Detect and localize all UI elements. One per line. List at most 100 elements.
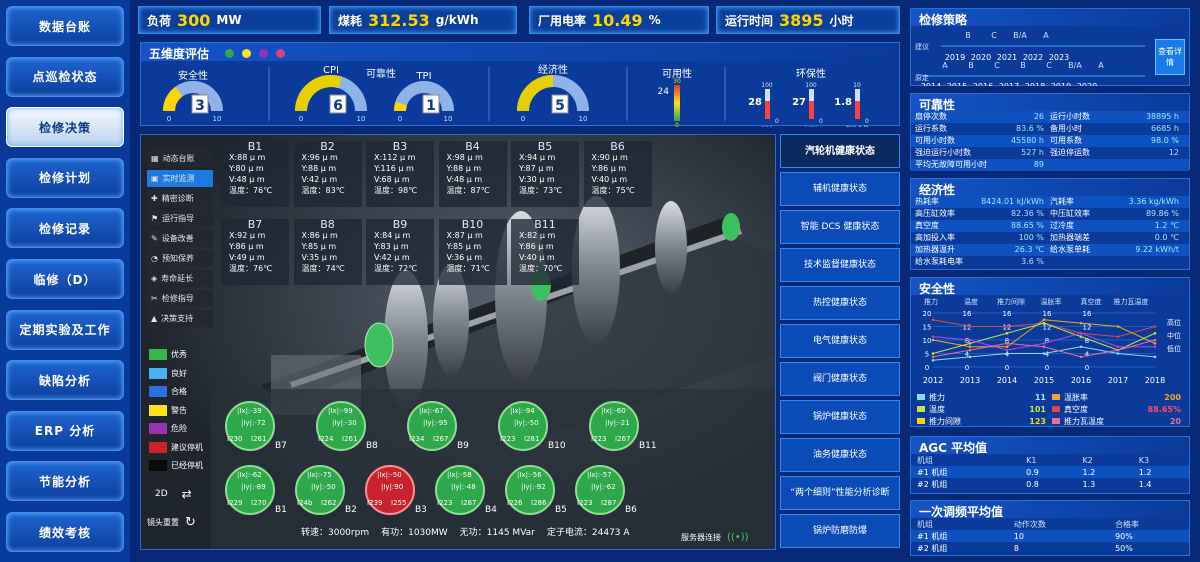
- nav-item-7[interactable]: 缺陷分析: [6, 360, 124, 401]
- view-menu-item-5[interactable]: ◔ 预知保养: [147, 250, 213, 267]
- bearing-box-B6[interactable]: B6 X:90 μ m Y:86 μ m V:40 μ m 温度：75℃: [583, 141, 652, 207]
- view-menu-item-3[interactable]: ⚑ 运行指导: [147, 210, 213, 227]
- table-header-cell: 合格率: [1115, 519, 1140, 529]
- health-nav-item-6[interactable]: 阀门健康状态: [780, 362, 900, 396]
- bearing-name: B3: [392, 140, 408, 153]
- bearing-y: Y:116 μ m: [374, 164, 414, 173]
- cell-value: 12: [1168, 148, 1179, 157]
- nav-item-6[interactable]: 定期实验及工作: [6, 309, 124, 350]
- bearing-circle-B9[interactable]: |Ix|:-67 |Iy|:-95 I234 I267: [407, 401, 457, 451]
- view-menu-item-6[interactable]: ◈ 寿命延长: [147, 270, 213, 287]
- bearing-box-B7[interactable]: B7 X:92 μ m Y:86 μ m V:49 μ m 温度：76℃: [221, 219, 289, 285]
- series-point: [968, 355, 972, 359]
- safety-legend-swatch: [917, 394, 925, 400]
- health-nav-item-5[interactable]: 电气健康状态: [780, 324, 900, 358]
- view-reset-button[interactable]: 镜头重置 ↻: [147, 515, 196, 530]
- bearing-v: V:68 μ m: [374, 175, 410, 184]
- bearing-circle-B11[interactable]: |Ix|:-60 |Iy|:-21 I223 I267: [589, 401, 639, 451]
- reactive-power-readout: 无功：1145 MVar: [459, 528, 535, 538]
- safety-column-header: 温度: [964, 297, 978, 306]
- bearing-x: X:87 μ m: [446, 231, 483, 240]
- health-nav-item-8[interactable]: 油务健康状态: [780, 438, 900, 472]
- bearing-box-B1[interactable]: B1 X:88 μ m Y:80 μ m V:48 μ m 温度：76℃: [221, 141, 289, 207]
- gauge-value: 3: [195, 98, 205, 114]
- bearing-box-B2[interactable]: B2 X:96 μ m Y:88 μ m V:42 μ m 温度：83℃: [293, 141, 362, 207]
- view-menu-item-0[interactable]: ▦ 动态台账: [147, 150, 213, 167]
- nav-item-1[interactable]: 点巡检状态: [6, 56, 124, 97]
- x-tick: 2017: [1108, 376, 1128, 385]
- bearing-box-B5[interactable]: B5 X:94 μ m Y:87 μ m V:30 μ m 温度：73℃: [511, 141, 579, 207]
- bearing-name: B8: [320, 218, 335, 231]
- env-min: 0: [775, 118, 779, 125]
- nav-item-10[interactable]: 绩效考核: [6, 512, 124, 552]
- bearing-box-B10[interactable]: B10 X:87 μ m Y:85 μ m V:36 μ m 温度：71℃: [438, 219, 507, 285]
- health-nav-item-9[interactable]: “两个细则”性能分析诊断: [780, 476, 900, 510]
- bearing-box-B3[interactable]: B3 X:112 μ m Y:116 μ m V:68 μ m 温度：98℃: [366, 141, 434, 207]
- series-point: [1153, 338, 1157, 342]
- safety-column-header: 推力间隙: [997, 297, 1025, 306]
- legend-swatch: [149, 386, 167, 397]
- view-2d-toggle[interactable]: 2D ⇄: [155, 487, 192, 501]
- env-fill: [765, 101, 770, 119]
- x-tick: 2013: [960, 376, 980, 385]
- series-point: [931, 352, 935, 355]
- env-fill: [855, 101, 860, 119]
- bearing-circle-B6[interactable]: |Ix|:-57 |Iy|:-62 I223 I287: [575, 465, 625, 515]
- circle-label: B1: [275, 505, 287, 515]
- nav-item-9[interactable]: 节能分析: [6, 461, 124, 502]
- cell-label: 加热器端差: [1050, 233, 1090, 242]
- bearing-circle-B8[interactable]: |Ix|:-99 |Iy|:-30 I224 I261: [316, 401, 366, 451]
- circle-left: I223: [500, 435, 516, 443]
- status-line: 转速：3000rpm 有功：1030MW 无功：1145 MVar 定子电流：2…: [301, 525, 630, 538]
- bearing-box-B9[interactable]: B9 X:84 μ m Y:83 μ m V:42 μ m 温度：72℃: [366, 219, 434, 285]
- health-nav-item-2[interactable]: 智能 DCS 健康状态: [780, 210, 900, 244]
- bearing-x: X:94 μ m: [519, 153, 556, 162]
- bearing-v: V:40 μ m: [591, 175, 628, 184]
- gauge-max: 10: [444, 115, 453, 123]
- nav-item-2[interactable]: 检修决策: [6, 107, 124, 148]
- bearing-box-B8[interactable]: B8 X:86 μ m Y:85 μ m V:35 μ m 温度：74℃: [293, 218, 362, 285]
- bearing-box-B4[interactable]: B4 X:98 μ m Y:88 μ m V:48 μ m 温度：87℃: [438, 141, 507, 207]
- nav-item-4[interactable]: 检修记录: [6, 208, 124, 249]
- metric-value: 312.53: [368, 10, 430, 30]
- view-menu-item-7[interactable]: ✂ 检修指导: [147, 290, 213, 307]
- circle-ix: |Ix|:-60: [601, 407, 626, 415]
- bearing-circle-B1[interactable]: |Ix|:-62 |Iy|:-89 I229 I270: [225, 465, 275, 515]
- series-point: [1153, 342, 1157, 345]
- health-nav-item-4[interactable]: 热控健康状态: [780, 286, 900, 320]
- nav-item-5[interactable]: 临修（D）: [6, 259, 124, 299]
- gauge-min: 0: [398, 115, 402, 123]
- bearing-circle-B2[interactable]: |Ix|:-75 |Iy|:-50 I24b I262: [295, 465, 345, 515]
- safety-right-label: 高位: [1167, 318, 1181, 327]
- bearing-circle-B5[interactable]: |Ix|:-56 |Iy|:-92 I226 I286: [505, 465, 555, 515]
- y-tick: 16: [1003, 310, 1012, 318]
- safety-legend-swatch: [1052, 418, 1060, 424]
- view-menu-item-8[interactable]: ▲ 决策支持: [147, 310, 213, 327]
- cell-label: 过冷度: [1050, 221, 1074, 230]
- bearing-box-B11[interactable]: B11 X:82 μ m Y:86 μ m V:40 μ m 温度：70℃: [511, 219, 579, 285]
- legend-item: 已经停机: [149, 460, 203, 471]
- series-point: [968, 342, 972, 345]
- view-menu-item-4[interactable]: ✎ 设备改善: [147, 230, 213, 247]
- cell-value: 89.86 %: [1145, 209, 1179, 218]
- nav-item-8[interactable]: ERP 分析: [6, 410, 124, 451]
- bearing-circle-B4[interactable]: |Ix|:-58 |Iy|:-48 I223 I287: [435, 465, 485, 515]
- health-nav-item-0[interactable]: 汽轮机健康状态: [780, 134, 900, 168]
- bearing-circle-B10[interactable]: |Ix|:-94 |Iy|:-50 I223 I281: [498, 401, 548, 451]
- nav-item-3[interactable]: 检修计划: [6, 157, 124, 198]
- safety-legend-swatch: [917, 406, 925, 412]
- cell-label: 可用小时数: [915, 136, 955, 145]
- health-nav-item-3[interactable]: 技术监督健康状态: [780, 248, 900, 282]
- health-nav-item-10[interactable]: 锅炉防磨防爆: [780, 514, 900, 548]
- turbine-3d-view[interactable]: ▦ 动态台账 ▣ 实时监测 ✚ 精密诊断 ⚑ 运行指导 ✎ 设备改善 ◔ 预知保养 ◈ 寿命延长 ✂ 检修指导…: [140, 134, 776, 550]
- nav-item-0[interactable]: 数据台账: [6, 6, 124, 46]
- strategy-detail-button[interactable]: 查看详情: [1155, 39, 1185, 75]
- bearing-circle-B3[interactable]: |Ix|:-50 |Iy|:90 I239 I255: [365, 465, 415, 515]
- circle-ix: |Ix|:-56: [517, 471, 542, 479]
- bearing-circle-B7[interactable]: |Ix|:-39 |Iy|:-72 I230 I261: [225, 401, 275, 451]
- health-nav-item-7[interactable]: 锅炉健康状态: [780, 400, 900, 434]
- table-header-cell: K3: [1138, 455, 1150, 465]
- view-menu-item-2[interactable]: ✚ 精密诊断: [147, 190, 213, 207]
- health-nav-item-1[interactable]: 辅机健康状态: [780, 172, 900, 206]
- view-menu-item-1[interactable]: ▣ 实时监测: [147, 170, 213, 187]
